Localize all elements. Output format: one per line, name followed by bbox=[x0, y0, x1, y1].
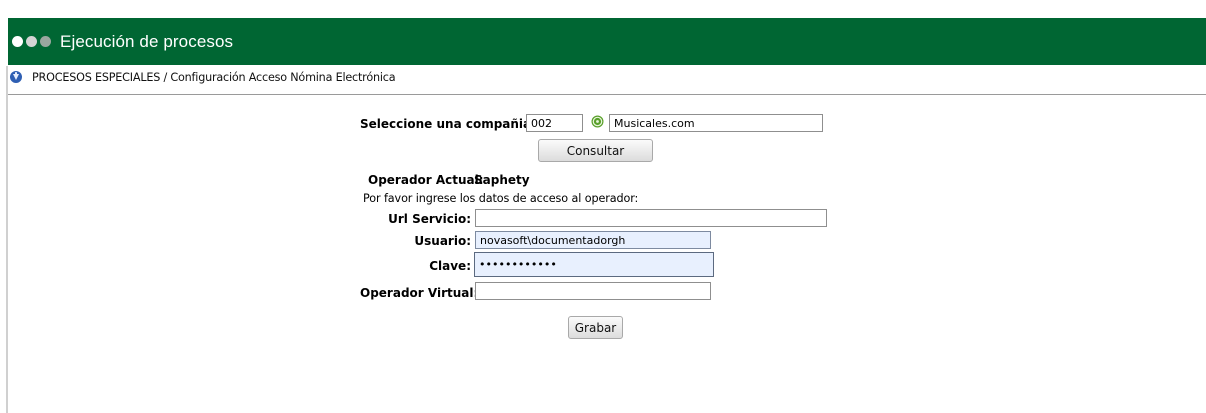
save-button[interactable]: Grabar bbox=[568, 316, 623, 339]
user-label: Usuario: bbox=[414, 234, 471, 248]
url-input[interactable] bbox=[475, 209, 827, 227]
consult-button[interactable]: Consultar bbox=[538, 139, 653, 162]
breadcrumb-row: PROCESOS ESPECIALES / Configuración Acce… bbox=[8, 66, 396, 88]
password-input[interactable] bbox=[474, 252, 714, 277]
top-gap bbox=[0, 0, 1206, 18]
url-label: Url Servicio: bbox=[388, 212, 471, 226]
help-icon[interactable] bbox=[591, 115, 604, 128]
password-label: Clave: bbox=[429, 259, 471, 273]
breadcrumb: PROCESOS ESPECIALES / Configuración Acce… bbox=[32, 70, 396, 84]
virtual-operator-label: Operador Virtual: bbox=[360, 286, 479, 300]
page-title: Ejecución de procesos bbox=[60, 31, 234, 51]
instructions-text: Por favor ingrese los datos de acceso al… bbox=[363, 192, 639, 205]
company-code-input[interactable] bbox=[526, 114, 583, 132]
app-header: Ejecución de procesos bbox=[8, 18, 1206, 65]
company-name-input[interactable] bbox=[609, 114, 823, 132]
virtual-operator-input[interactable] bbox=[475, 282, 711, 300]
user-input[interactable] bbox=[475, 231, 711, 249]
operator-value: Saphety bbox=[474, 173, 530, 187]
company-label: Seleccione una compañia: bbox=[360, 117, 536, 131]
divider bbox=[8, 94, 1206, 95]
info-arrow-icon bbox=[10, 71, 22, 83]
traffic-dots-icon bbox=[12, 36, 54, 47]
left-border bbox=[6, 66, 8, 413]
operator-label: Operador Actual: bbox=[368, 173, 484, 187]
